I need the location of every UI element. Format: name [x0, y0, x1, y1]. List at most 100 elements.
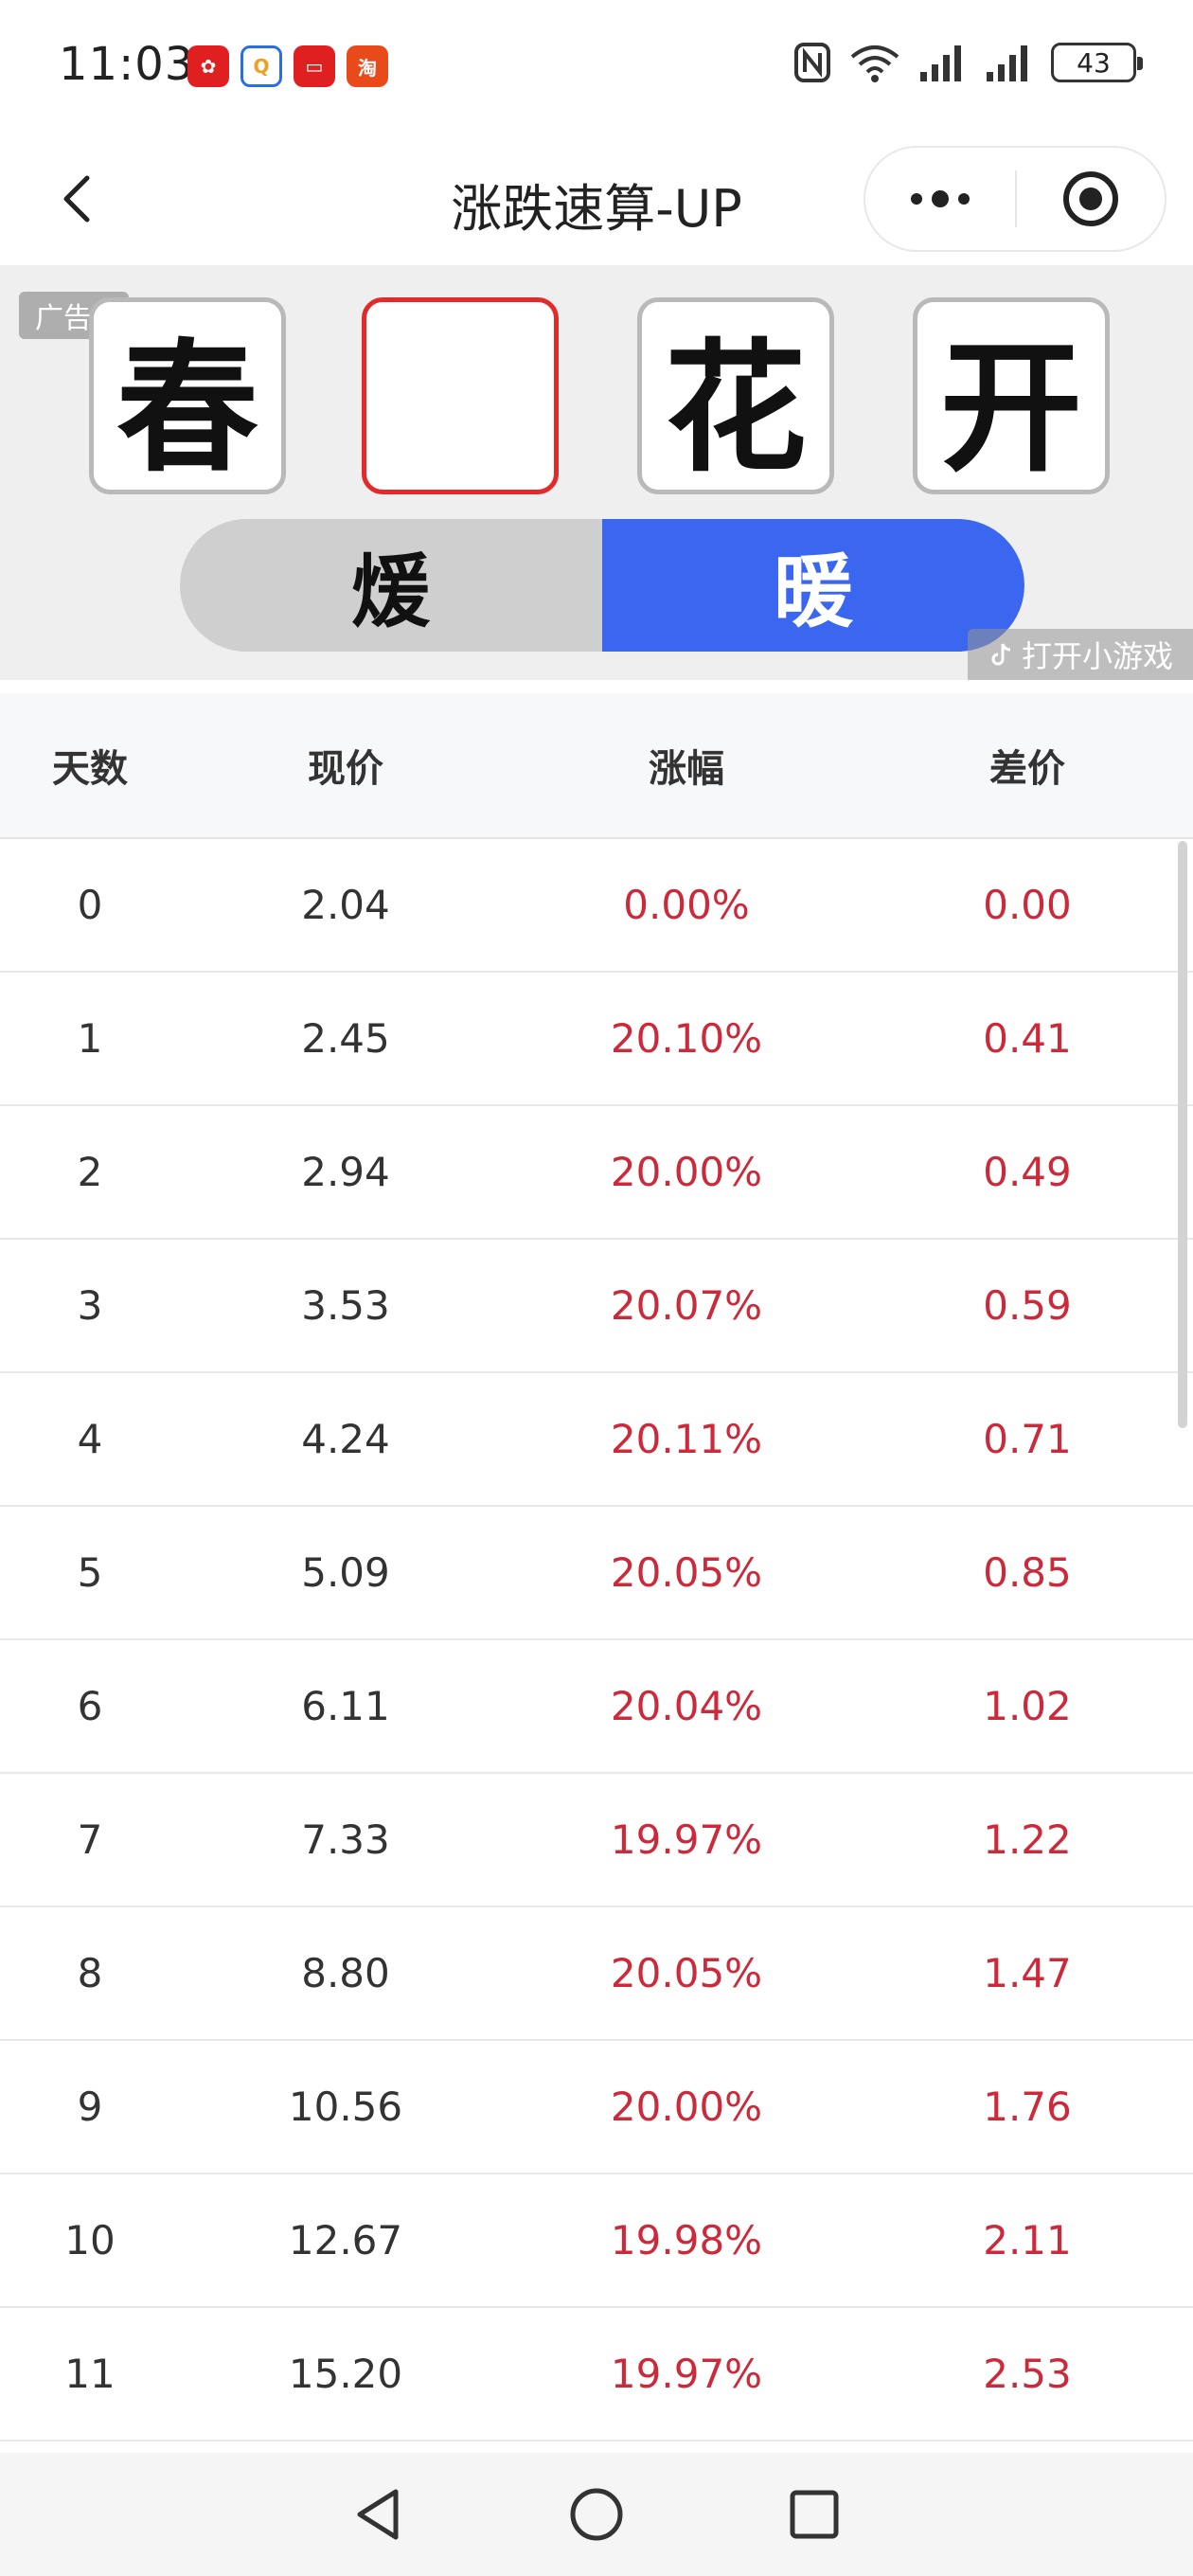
table-row: 8 8.80 20.05% 1.47 — [0, 1907, 1193, 2041]
price-cell: 2.45 — [301, 1015, 390, 1062]
table-row: 9 10.56 20.00% 1.76 — [0, 2041, 1193, 2174]
choice-option-2[interactable]: 暖 — [602, 519, 1024, 652]
header-change: 涨幅 — [649, 747, 724, 791]
wifi-icon — [850, 45, 899, 82]
change-cell: 0.00% — [623, 882, 750, 928]
signal-icon — [920, 45, 961, 81]
change-cell: 20.00% — [610, 2084, 763, 2130]
change-cell: 19.97% — [610, 2351, 763, 2397]
taobao-app-icon: 淘 — [347, 45, 388, 87]
table-body[interactable]: 0 2.04 0.00% 0.00 1 2.45 20.10% 0.41 2 2.94 20.00%… — [0, 839, 1193, 2442]
ad-tag-label: 广告 — [35, 302, 92, 335]
more-dots-icon — [911, 190, 970, 207]
price-cell: 7.33 — [301, 1816, 390, 1863]
status-bar: 11:03 ✿ Q ▭ 淘 43 — [0, 0, 1193, 133]
day-cell: 5 — [77, 1549, 103, 1596]
signal-icon-2 — [987, 45, 1027, 81]
table-row: 4 4.24 20.11% 0.71 — [0, 1373, 1193, 1507]
back-button[interactable] — [42, 161, 117, 237]
price-cell: 15.20 — [288, 2351, 403, 2397]
status-indicators: 43 — [793, 42, 1143, 83]
price-cell: 12.67 — [288, 2217, 403, 2263]
system-navigation-bar — [0, 2453, 1193, 2576]
close-miniprogram-button[interactable] — [1017, 148, 1165, 250]
table-row: 6 6.11 20.04% 1.02 — [0, 1640, 1193, 1774]
day-cell: 10 — [64, 2217, 116, 2263]
system-recents-button[interactable] — [776, 2477, 852, 2552]
header-price: 现价 — [308, 747, 383, 791]
day-cell: 9 — [77, 2084, 103, 2130]
change-cell: 19.98% — [610, 2217, 763, 2263]
diff-cell: 2.11 — [983, 2217, 1072, 2263]
change-cell: 20.11% — [610, 1416, 763, 1462]
table-row: 2 2.94 20.00% 0.49 — [0, 1106, 1193, 1240]
day-cell: 6 — [77, 1683, 103, 1729]
change-cell: 20.00% — [610, 1149, 763, 1195]
diff-cell: 1.76 — [983, 2084, 1072, 2130]
price-cell: 6.11 — [301, 1683, 390, 1729]
change-cell: 20.05% — [610, 1549, 763, 1596]
price-cell: 10.56 — [288, 2084, 403, 2130]
table-row: 7 7.33 19.97% 1.22 — [0, 1774, 1193, 1907]
change-cell: 20.07% — [610, 1282, 763, 1329]
diff-cell: 0.49 — [983, 1149, 1072, 1195]
chevron-left-icon — [63, 175, 90, 223]
change-cell: 20.04% — [610, 1683, 763, 1729]
open-mini-game-label: 打开小游戏 — [1021, 638, 1173, 674]
table-row: 10 12.67 19.98% 2.11 — [0, 2174, 1193, 2308]
shopping-app-icon: ✿ — [187, 45, 229, 87]
price-cell: 3.53 — [301, 1282, 390, 1329]
table-row: 3 3.53 20.07% 0.59 — [0, 1240, 1193, 1373]
header-days: 天数 — [52, 747, 128, 791]
system-back-button[interactable] — [341, 2477, 417, 2552]
more-button[interactable] — [865, 148, 1015, 250]
miniprogram-capsule — [864, 146, 1166, 252]
change-cell: 20.05% — [610, 1950, 763, 1996]
diff-cell: 0.59 — [983, 1282, 1072, 1329]
notification-icons: ✿ Q ▭ 淘 — [187, 45, 388, 87]
day-cell: 8 — [77, 1950, 103, 1996]
price-cell: 2.04 — [301, 882, 390, 928]
diff-cell: 1.47 — [983, 1950, 1072, 1996]
nfc-icon — [794, 43, 830, 82]
scrollbar[interactable] — [1178, 841, 1187, 1428]
day-cell: 1 — [77, 1015, 103, 1062]
day-cell: 11 — [64, 2351, 116, 2397]
day-cell: 2 — [77, 1149, 103, 1195]
day-cell: 0 — [77, 882, 103, 928]
table-row: 11 15.20 19.97% 2.53 — [0, 2308, 1193, 2442]
day-cell: 3 — [77, 1282, 103, 1329]
circle-home-icon — [570, 2488, 623, 2541]
diff-cell: 0.71 — [983, 1416, 1072, 1462]
word-tile-3[interactable]: 花 — [637, 297, 834, 494]
douyin-icon — [991, 643, 1011, 666]
browser-app-icon: Q — [240, 45, 282, 87]
choice-option-1[interactable]: 煖 — [180, 519, 602, 652]
word-tile-4[interactable]: 开 — [913, 297, 1110, 494]
word-tile-blank[interactable] — [362, 297, 559, 494]
target-close-icon — [1063, 171, 1118, 226]
table-row: 0 2.04 0.00% 0.00 — [0, 839, 1193, 973]
system-home-button[interactable] — [559, 2477, 634, 2552]
battery-indicator: 43 — [1051, 43, 1143, 82]
square-recents-icon — [790, 2490, 839, 2539]
table-row: 5 5.09 20.05% 0.85 — [0, 1507, 1193, 1640]
video-app-icon: ▭ — [294, 45, 335, 87]
table-header: 天数 现价 涨幅 差价 — [0, 693, 1193, 839]
word-tile-1[interactable]: 春 — [89, 297, 286, 494]
price-cell: 8.80 — [301, 1950, 390, 1996]
diff-cell: 0.41 — [983, 1015, 1072, 1062]
day-cell: 4 — [77, 1416, 103, 1462]
diff-cell: 1.22 — [983, 1816, 1072, 1863]
change-cell: 20.10% — [610, 1015, 763, 1062]
triangle-back-icon — [357, 2489, 399, 2540]
open-mini-game-button[interactable]: 打开小游戏 — [968, 629, 1193, 680]
diff-cell: 2.53 — [983, 2351, 1072, 2397]
price-cell: 2.94 — [301, 1149, 390, 1195]
ad-banner[interactable]: 广告 春 花 开 煖 暖 打开小游戏 — [0, 265, 1193, 680]
day-cell: 7 — [77, 1816, 103, 1863]
price-cell: 4.24 — [301, 1416, 390, 1462]
diff-cell: 0.00 — [983, 882, 1072, 928]
status-time: 11:03 — [59, 38, 195, 91]
change-cell: 19.97% — [610, 1816, 763, 1863]
